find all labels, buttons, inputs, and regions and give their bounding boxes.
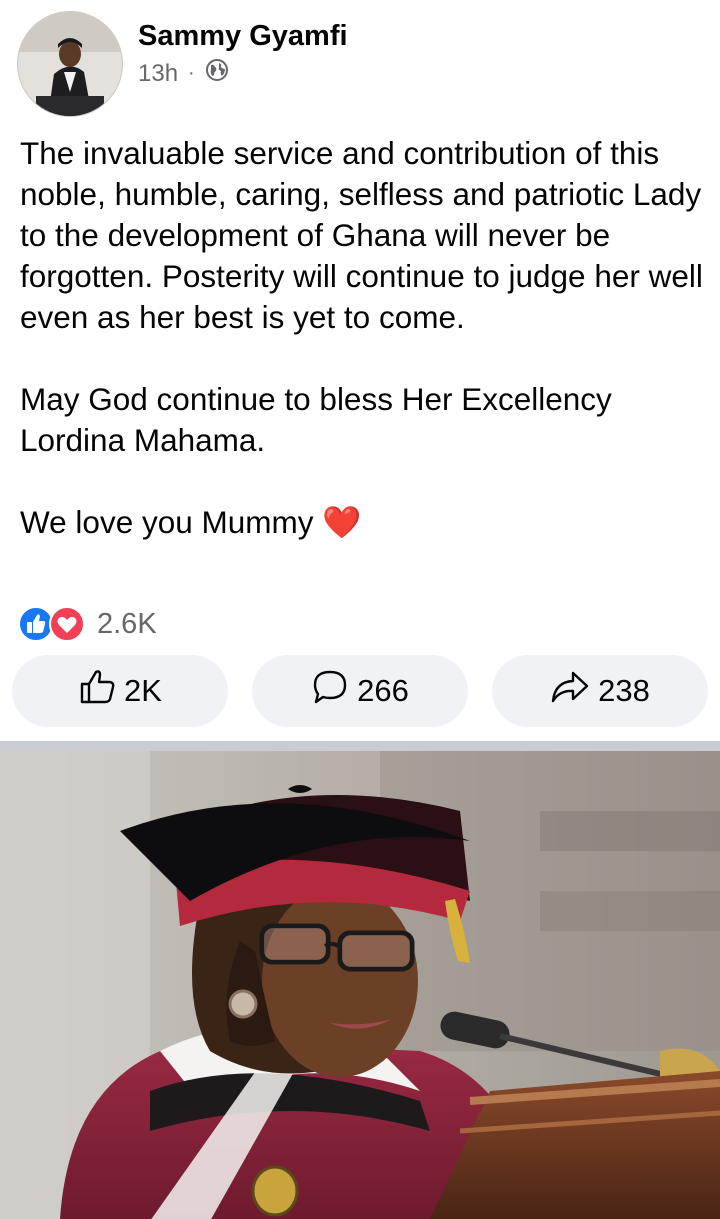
reaction-count: 2.6K: [97, 607, 157, 640]
meta-separator: ·: [188, 62, 195, 84]
post-time[interactable]: 13h: [138, 60, 178, 88]
share-arrow-icon: [550, 668, 590, 714]
post-photo-image: [0, 751, 720, 1219]
post-paragraph: The invaluable service and contribution …: [20, 135, 703, 335]
author-avatar-image: [18, 12, 122, 116]
like-button[interactable]: 2K: [12, 655, 228, 727]
post-meta: 13h ·: [138, 58, 229, 89]
author-avatar[interactable]: [17, 11, 123, 117]
post-paragraph: May God continue to bless Her Excellency…: [20, 381, 612, 458]
action-bar: 2K 266 238: [0, 655, 720, 729]
post-header: Sammy Gyamfi 13h ·: [0, 0, 720, 120]
like-count: 2K: [124, 673, 162, 708]
post-paragraph: We love you Mummy ❤️: [20, 504, 362, 540]
like-icon: [18, 606, 54, 642]
comment-count: 266: [357, 673, 409, 708]
author-name[interactable]: Sammy Gyamfi: [138, 20, 348, 53]
share-count: 238: [598, 673, 650, 708]
section-divider: [0, 741, 720, 751]
globe-icon[interactable]: [205, 58, 229, 89]
thumbs-up-icon: [78, 668, 116, 714]
love-icon: [49, 606, 85, 642]
reaction-icons: [17, 605, 93, 643]
reactions-summary[interactable]: 2.6K: [17, 604, 157, 644]
post-photo[interactable]: [0, 751, 720, 1219]
comment-bubble-icon: [311, 668, 349, 714]
post-text: The invaluable service and contribution …: [20, 133, 710, 543]
comment-button[interactable]: 266: [252, 655, 468, 727]
share-button[interactable]: 238: [492, 655, 708, 727]
